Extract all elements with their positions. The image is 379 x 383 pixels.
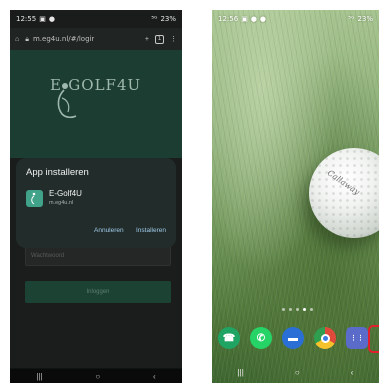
- app-drawer-icon[interactable]: ⋮⋮: [346, 327, 368, 349]
- back-button[interactable]: ‹: [153, 372, 156, 381]
- app-dock: ☎ ✆ ▬ ⋮⋮: [218, 327, 378, 351]
- phone-icon[interactable]: ☎: [218, 327, 240, 349]
- app-icon: [26, 190, 43, 207]
- messages-icon[interactable]: ▬: [282, 327, 304, 349]
- install-app-dialog: App installeren E-Golf4U m.eg4u.nl Annul…: [16, 158, 176, 248]
- signal-icon: ⁵ᴳ: [348, 15, 355, 23]
- login-button[interactable]: Inloggen: [25, 281, 171, 303]
- url-text: m.eg4u.nl/#/logir: [32, 35, 95, 43]
- chrome-icon[interactable]: [314, 327, 336, 349]
- dialog-title: App installeren: [26, 167, 89, 178]
- whatsapp-icon[interactable]: ✆: [250, 327, 272, 349]
- status-time: 12:55: [16, 15, 37, 23]
- image-notification-icon: ▣: [241, 15, 248, 23]
- recent-apps-button[interactable]: |||: [36, 372, 42, 381]
- site-header: E-GOLF4U: [10, 50, 182, 158]
- image-notification-icon: ▣: [39, 15, 46, 23]
- site-logo-text: E-GOLF4U: [50, 76, 142, 94]
- app-url: m.eg4u.nl: [49, 200, 74, 206]
- red-highlight-annotation: [368, 325, 379, 353]
- dot-notification-icon: ●: [250, 15, 257, 23]
- home-button[interactable]: ○: [95, 372, 100, 381]
- install-button[interactable]: Installeren: [136, 227, 166, 234]
- signal-icon: ⁵ᴳ: [151, 15, 158, 23]
- page-indicator: [282, 308, 313, 311]
- right-phone-home-screen: 12:56 ▣ ● ● ⁵ᴳ 23% Callaway ☎✆▬⋮⋮ |||: [212, 10, 379, 383]
- status-bar: 12:56 ▣ ● ● ⁵ᴳ 23%: [212, 10, 379, 28]
- more-options-icon[interactable]: ⋮: [170, 35, 177, 43]
- app-name: E-Golf4U: [49, 189, 82, 198]
- back-button[interactable]: ‹: [351, 368, 354, 377]
- status-time: 12:56: [218, 15, 239, 23]
- home-icon[interactable]: ⌂: [15, 36, 19, 43]
- left-phone-screen: 12:55 ▣ ● ⁵ᴳ 23% ⌂ 🔒︎ m.eg4u.nl/#/logir …: [10, 10, 182, 383]
- navigation-bar: ||| ○ ‹: [212, 361, 379, 383]
- screenshot-stage: 12:55 ▣ ● ⁵ᴳ 23% ⌂ 🔒︎ m.eg4u.nl/#/logir …: [0, 0, 379, 383]
- navigation-bar: ||| ○ ‹: [10, 369, 182, 383]
- password-field[interactable]: Wachtwoord: [25, 246, 171, 266]
- recent-apps-button[interactable]: |||: [238, 368, 244, 377]
- address-field[interactable]: 🔒︎ m.eg4u.nl/#/logir: [25, 35, 139, 44]
- home-button[interactable]: ○: [295, 368, 300, 377]
- cancel-button[interactable]: Annuleren: [94, 227, 124, 234]
- status-bar: 12:55 ▣ ● ⁵ᴳ 23%: [10, 10, 182, 28]
- tab-switcher-button[interactable]: 1: [155, 34, 164, 44]
- dot-notification-icon: ●: [259, 15, 267, 23]
- browser-url-bar: ⌂ 🔒︎ m.eg4u.nl/#/logir + 1 ⋮: [10, 28, 182, 50]
- lock-icon: 🔒︎: [25, 34, 29, 43]
- dot-notification-icon: ●: [48, 15, 55, 23]
- new-tab-icon[interactable]: +: [145, 36, 149, 43]
- battery-level: 23%: [160, 15, 176, 23]
- battery-level: 23%: [357, 15, 373, 23]
